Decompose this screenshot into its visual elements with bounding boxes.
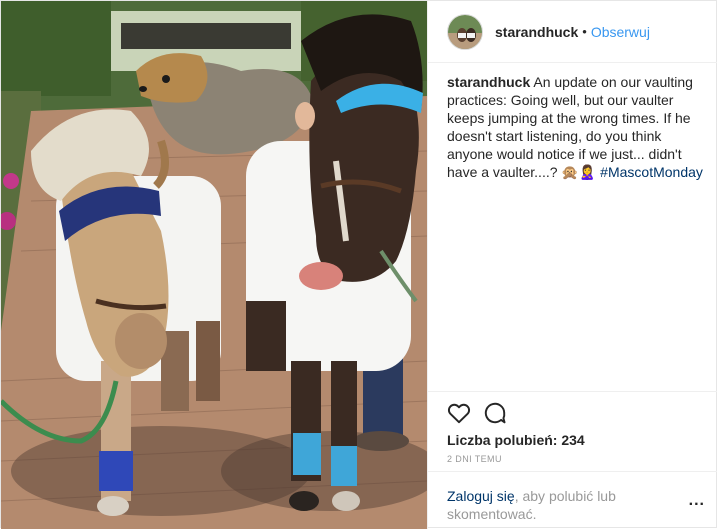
post-sidebar: starandhuck • Obserwuj starandhuck An up…: [427, 1, 717, 529]
post-timestamp[interactable]: 2 dni temu: [447, 454, 502, 464]
caption-username[interactable]: starandhuck: [447, 74, 530, 90]
post-header: starandhuck • Obserwuj: [428, 1, 717, 63]
username-link[interactable]: starandhuck: [495, 24, 578, 40]
avatar[interactable]: [447, 13, 483, 50]
caption-hashtag[interactable]: #MascotMonday: [600, 164, 703, 180]
login-text: Zaloguj się, aby polubić lub skomentować…: [447, 487, 677, 523]
post-caption: starandhuck An update on our vaulting pr…: [447, 73, 707, 181]
more-options-icon[interactable]: ...: [689, 493, 705, 509]
avatar-image: [448, 14, 482, 49]
login-link[interactable]: Zaloguj się: [447, 488, 515, 504]
post-photo[interactable]: [1, 1, 427, 529]
separator-dot: •: [582, 24, 587, 39]
post-actions: Liczba polubień: 234 2 dni temu: [428, 391, 717, 471]
login-prompt: Zaloguj się, aby polubić lub skomentować…: [428, 471, 717, 529]
comment-icon[interactable]: [482, 400, 508, 426]
heart-icon[interactable]: [446, 400, 472, 426]
follow-button[interactable]: Obserwuj: [591, 24, 650, 40]
likes-count[interactable]: Liczba polubień: 234: [447, 432, 585, 448]
instagram-post: starandhuck • Obserwuj starandhuck An up…: [0, 0, 717, 529]
post-image-illustration: [1, 1, 427, 529]
